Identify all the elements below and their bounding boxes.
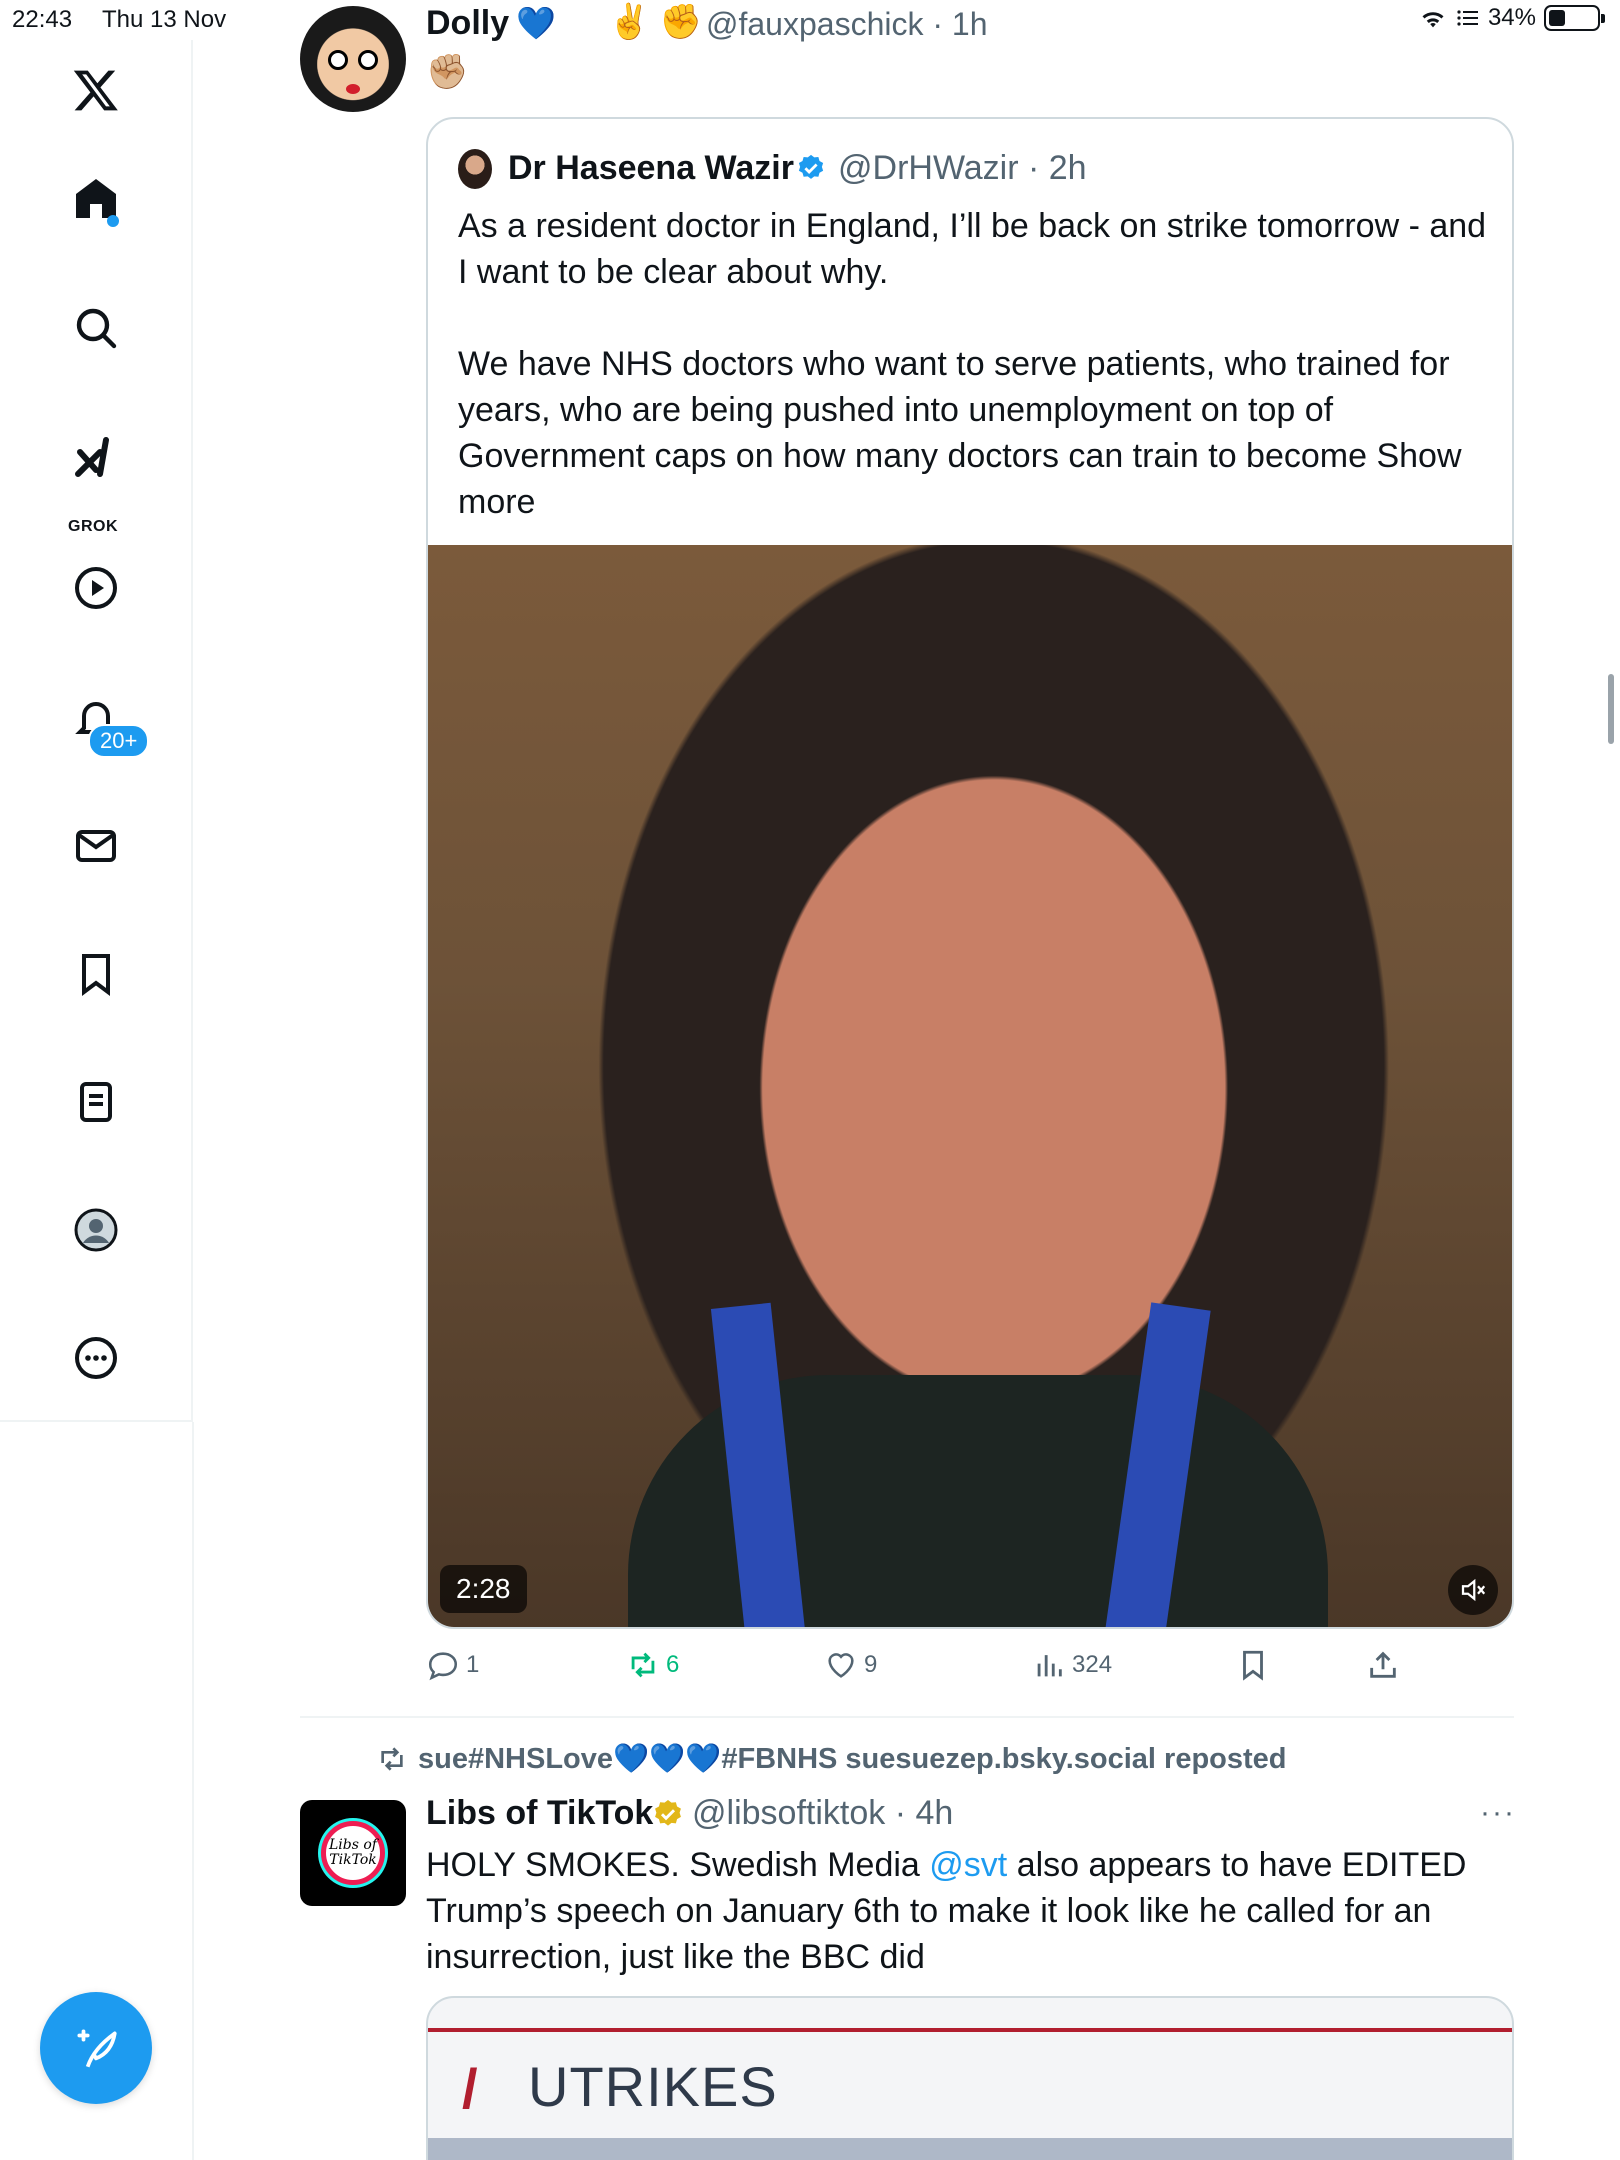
repost-context-text: sue#NHSLove💙💙💙#FBNHS suesuezep.bsky.soci… [418,1743,1287,1775]
repost-count: 6 [666,1651,680,1678]
author-handle-time[interactable]: @libsoftiktok · 4h [692,1794,953,1833]
bookmark-button[interactable] [1236,1648,1270,1682]
analytics-icon [1037,1655,1062,1677]
home-unread-dot [107,215,119,227]
quoted-tweet-text: As a resident doctor in England, I’ll be… [458,207,1487,521]
notifications-badge: 20+ [88,724,150,758]
tweet-actions: 1 6 9 324 [426,1648,1426,1692]
repost-context[interactable]: sue#NHSLove💙💙💙#FBNHS suesuezep.bsky.soci… [376,1742,1287,1776]
heart-icon [828,1653,854,1678]
battery-percent: 34% [1487,4,1536,31]
mention-link[interactable]: @svt [929,1846,1007,1884]
grok-icon[interactable] [66,428,126,488]
media-red-bar [428,2028,1512,2032]
mute-button[interactable] [1448,1565,1498,1615]
x-logo-icon[interactable] [66,60,126,120]
author-handle-time[interactable]: @fauxpaschick · 1h [706,6,988,43]
views-count: 324 [1072,1651,1113,1678]
more-options-icon[interactable] [66,1328,126,1388]
status-date: Thu 13 Nov [102,6,227,33]
verified-gold-badge-icon [655,1800,681,1826]
media-bottom-band [428,2138,1512,2160]
repost-button[interactable]: 6 [626,1648,679,1682]
bookmarks-icon[interactable] [66,944,126,1004]
messages-envelope-icon[interactable] [66,816,126,876]
compose-post-button[interactable] [40,1992,152,2104]
status-right: 34% [1418,4,1605,32]
reply-count: 1 [466,1651,480,1678]
sidebar: GROK 20+ [0,40,193,1422]
feather-plus-icon [77,2029,117,2068]
bookmark-icon [1243,1650,1263,1681]
scrollbar[interactable] [1608,674,1614,744]
like-count: 9 [864,1651,878,1678]
author-heart-emoji: 💙 [516,5,556,41]
list-icon [1457,10,1478,26]
tweet-media[interactable]: / UTRIKES [426,1996,1514,2160]
wifi-icon [1422,12,1444,28]
author-name[interactable]: Libs of TikTok [426,1794,653,1833]
battery-icon [1544,5,1605,31]
tweet-text-part: HOLY SMOKES. Swedish Media [426,1846,930,1884]
quoted-tweet[interactable]: Dr Haseena Wazir @DrHWazir · 2h As a res… [426,117,1514,1629]
tweet-text: HOLY SMOKES. Swedish Media @svt also app… [426,1842,1516,1980]
author-emojis: ✌️ ✊ [608,3,703,41]
more-options-button[interactable]: ··· [1480,1796,1516,1830]
grok-label: GROK [68,518,118,535]
tweet-text: ✊🏼 [426,53,469,91]
author-name[interactable]: Dolly [426,4,509,43]
search-icon[interactable] [66,298,126,358]
quoted-author-handle-time[interactable]: @DrHWazir · 2h [838,149,1087,188]
quoted-author-name[interactable]: Dr Haseena Wazir [508,149,794,188]
speaker-muted-icon [1461,1578,1486,1602]
like-button[interactable]: 9 [824,1648,877,1682]
sidebar-divider [192,1422,194,2160]
share-icon [1370,1651,1396,1678]
author-avatar[interactable] [300,6,406,112]
lists-icon[interactable] [66,1072,126,1132]
views-button[interactable]: 324 [1032,1648,1112,1682]
video-duration: 2:28 [440,1565,527,1613]
tweet-divider [300,1716,1514,1718]
video-icon[interactable] [66,558,126,618]
repost-icon [381,1747,403,1771]
profile-avatar-icon[interactable] [66,1200,126,1260]
media-heading: UTRIKES [528,2055,778,2118]
repost-icon [631,1652,655,1678]
verified-badge-icon [798,154,824,179]
media-slash: / [462,2057,478,2120]
avatar-logo-text: Libs of TikTok [321,1821,385,1885]
quoted-author-avatar[interactable] [458,149,492,189]
reply-icon [428,1652,458,1681]
reply-button[interactable]: 1 [426,1648,479,1682]
quoted-video[interactable]: 2:28 [428,545,1512,1627]
author-avatar[interactable]: Libs of TikTok [300,1800,406,1906]
status-time: 22:43 [12,6,73,33]
share-button[interactable] [1366,1648,1400,1682]
